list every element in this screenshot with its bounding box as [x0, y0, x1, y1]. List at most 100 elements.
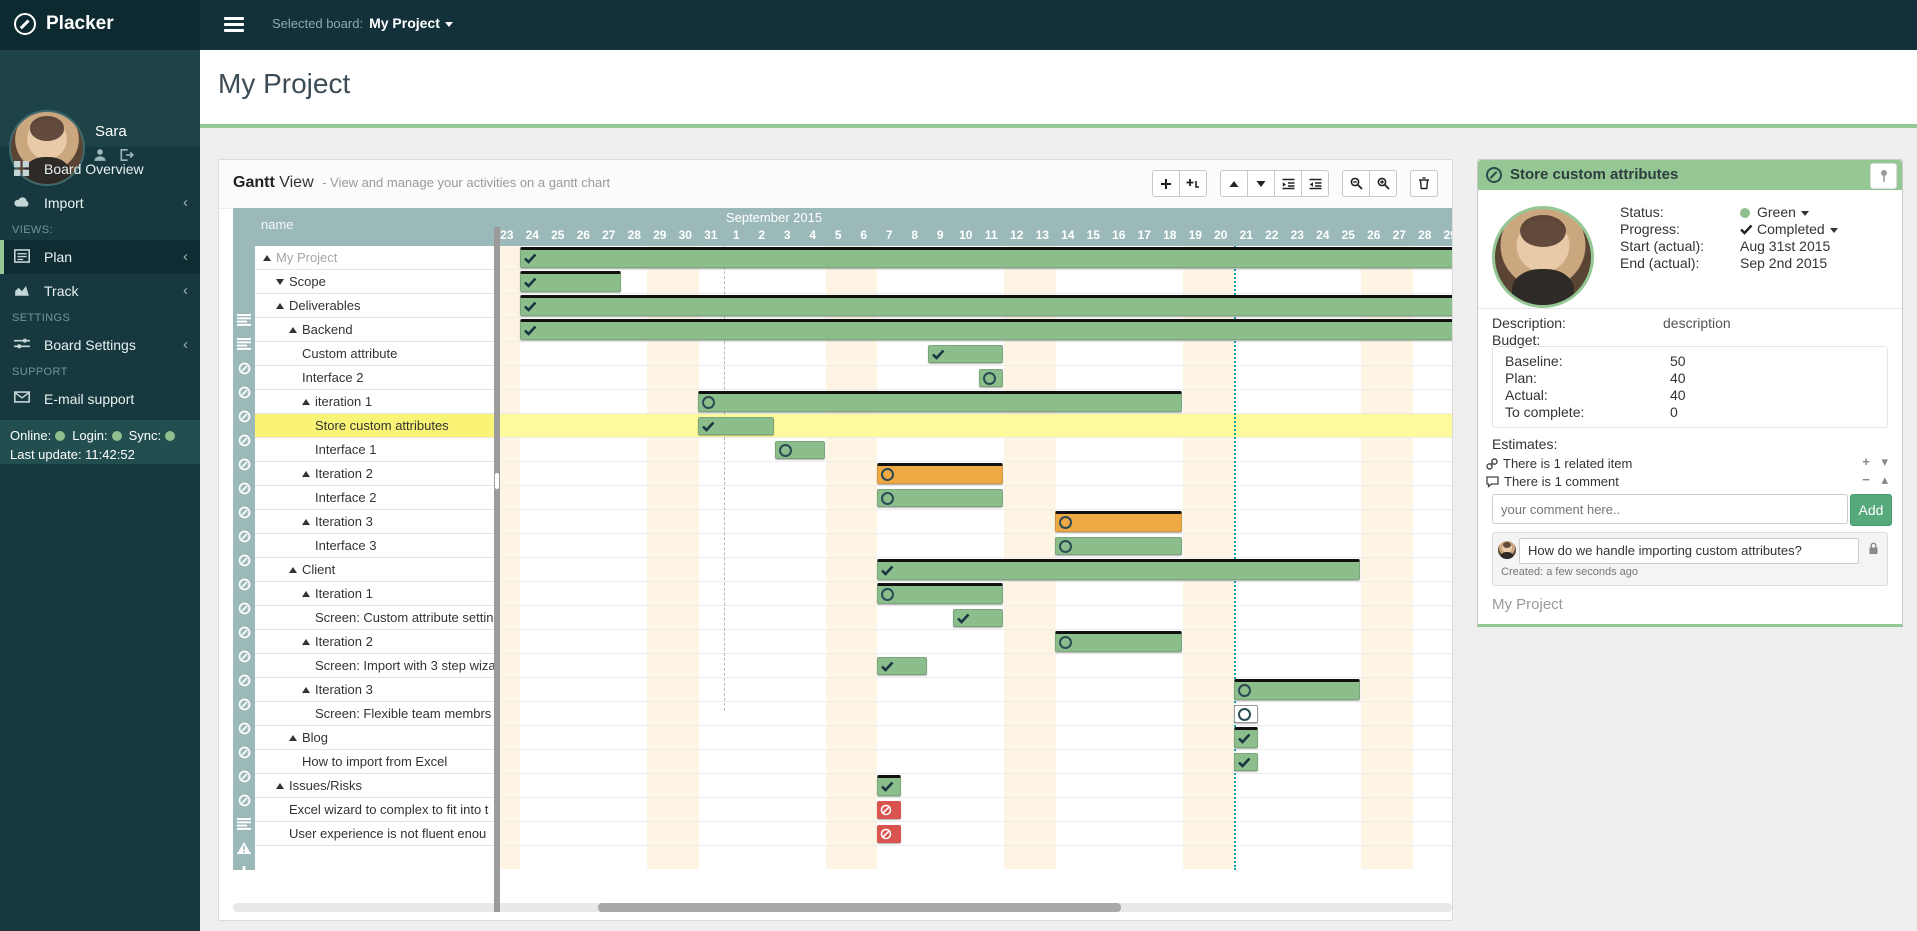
gantt-row[interactable] — [494, 654, 1452, 678]
add-child-icon[interactable] — [1179, 170, 1207, 197]
task-row[interactable]: My Project — [255, 246, 494, 270]
expand-arrow-icon[interactable] — [302, 471, 310, 477]
expand-arrow-icon[interactable] — [289, 567, 297, 573]
exclamation-icon[interactable] — [233, 860, 255, 884]
task-row[interactable]: Interface 1 — [255, 438, 494, 462]
outdent-icon[interactable] — [1274, 170, 1302, 197]
progress-dropdown[interactable]: Completed — [1740, 221, 1910, 237]
task-row[interactable]: Deliverables — [255, 294, 494, 318]
sidebar-item-track[interactable]: Track ‹ — [0, 274, 200, 308]
move-up-icon[interactable] — [1220, 170, 1248, 197]
gantt-bar[interactable] — [877, 801, 902, 819]
task-row[interactable]: Client — [255, 558, 494, 582]
sidebar-item-board-overview[interactable]: Board Overview — [0, 152, 200, 186]
expand-arrow-icon[interactable] — [302, 639, 310, 645]
gantt-bar[interactable] — [877, 559, 1361, 580]
card-icon[interactable] — [233, 404, 255, 428]
card-icon[interactable] — [233, 524, 255, 548]
gantt-bar[interactable] — [1234, 679, 1361, 700]
card-icon[interactable] — [233, 572, 255, 596]
task-row[interactable]: How to import from Excel — [255, 750, 494, 774]
gantt-row[interactable] — [494, 822, 1452, 846]
comment-text[interactable]: How do we handle importing custom attrib… — [1519, 538, 1859, 564]
warning-icon[interactable] — [233, 836, 255, 860]
comment-input[interactable] — [1492, 494, 1848, 524]
assignee-avatar[interactable] — [1492, 206, 1594, 308]
task-row[interactable]: Iteration 1 — [255, 582, 494, 606]
gantt-bar[interactable] — [877, 583, 1004, 604]
gantt-row[interactable] — [494, 774, 1452, 798]
task-row[interactable]: Screen: Flexible team membrs — [255, 702, 494, 726]
start-date-value[interactable]: Aug 31st 2015 — [1740, 238, 1910, 254]
gantt-row[interactable] — [494, 270, 1452, 294]
gantt-bar[interactable] — [928, 345, 1004, 363]
task-row[interactable]: Iteration 2 — [255, 630, 494, 654]
task-row[interactable]: Interface 2 — [255, 486, 494, 510]
card-icon[interactable] — [233, 428, 255, 452]
sidebar-item-import[interactable]: Import ‹ — [0, 186, 200, 220]
gantt-row[interactable] — [494, 798, 1452, 822]
card-icon[interactable] — [233, 356, 255, 380]
gantt-bar[interactable] — [877, 657, 927, 675]
list-icon[interactable] — [233, 332, 255, 356]
gantt-bar[interactable] — [520, 271, 621, 292]
gantt-bar[interactable] — [1055, 511, 1182, 532]
task-row[interactable]: Interface 2 — [255, 366, 494, 390]
pin-icon[interactable] — [1870, 163, 1897, 189]
trash-icon[interactable] — [1410, 170, 1438, 197]
expand-arrow-icon[interactable] — [289, 327, 297, 333]
column-splitter[interactable] — [494, 227, 500, 912]
task-row[interactable]: Iteration 3 — [255, 510, 494, 534]
list-icon[interactable] — [233, 308, 255, 332]
expand-arrow-icon[interactable] — [276, 279, 284, 285]
list-icon[interactable] — [233, 812, 255, 836]
expand-arrow-icon[interactable] — [276, 303, 284, 309]
gantt-bar[interactable] — [1234, 727, 1259, 748]
task-row[interactable]: Scope — [255, 270, 494, 294]
gantt-bar[interactable] — [953, 609, 1003, 627]
task-row[interactable]: Backend — [255, 318, 494, 342]
gantt-row[interactable] — [494, 510, 1452, 534]
related-add-controls[interactable]: + ▾ — [1862, 454, 1892, 470]
gantt-row[interactable] — [494, 726, 1452, 750]
task-row[interactable]: iteration 1 — [255, 390, 494, 414]
gantt-bar[interactable] — [877, 463, 1004, 484]
gantt-bar[interactable] — [877, 775, 902, 796]
comments-link[interactable]: There is 1 comment — [1486, 474, 1619, 489]
description-value[interactable]: description — [1663, 315, 1731, 331]
sidebar-item-board-settings[interactable]: Board Settings ‹ — [0, 328, 200, 362]
task-row[interactable]: Screen: Custom attribute settin — [255, 606, 494, 630]
add-comment-button[interactable]: Add — [1850, 494, 1892, 526]
task-row[interactable]: Screen: Import with 3 step wiza — [255, 654, 494, 678]
gantt-bar[interactable] — [520, 247, 1453, 268]
gantt-row[interactable] — [494, 438, 1452, 462]
gantt-bar[interactable] — [877, 489, 1004, 507]
status-dropdown[interactable]: Green — [1740, 204, 1910, 220]
sidebar-item-email-support[interactable]: E-mail support — [0, 382, 200, 416]
lock-icon[interactable] — [1868, 542, 1879, 555]
task-row[interactable]: Interface 3 — [255, 534, 494, 558]
expand-arrow-icon[interactable] — [302, 399, 310, 405]
gantt-row[interactable] — [494, 414, 1452, 438]
task-row[interactable]: Excel wizard to complex to fit into t — [255, 798, 494, 822]
expand-arrow-icon[interactable] — [263, 255, 271, 261]
gantt-row[interactable] — [494, 534, 1452, 558]
gantt-bar[interactable] — [520, 319, 1453, 340]
card-icon[interactable] — [233, 380, 255, 404]
board-selector[interactable]: Selected board:My Project — [272, 15, 453, 31]
card-icon[interactable] — [233, 500, 255, 524]
gantt-bar[interactable] — [1055, 537, 1182, 555]
gantt-bar[interactable] — [698, 417, 774, 435]
related-items-link[interactable]: There is 1 related item — [1486, 456, 1632, 471]
expand-arrow-icon[interactable] — [302, 687, 310, 693]
card-icon[interactable] — [233, 644, 255, 668]
zoom-out-icon[interactable] — [1342, 170, 1370, 197]
move-down-icon[interactable] — [1247, 170, 1275, 197]
expand-arrow-icon[interactable] — [302, 519, 310, 525]
logo-band[interactable]: Placker — [0, 0, 200, 50]
expand-arrow-icon[interactable] — [289, 735, 297, 741]
gantt-bar[interactable] — [1234, 753, 1259, 771]
task-row[interactable]: Custom attribute — [255, 342, 494, 366]
horizontal-scrollbar[interactable] — [233, 903, 1452, 912]
expand-arrow-icon[interactable] — [302, 591, 310, 597]
